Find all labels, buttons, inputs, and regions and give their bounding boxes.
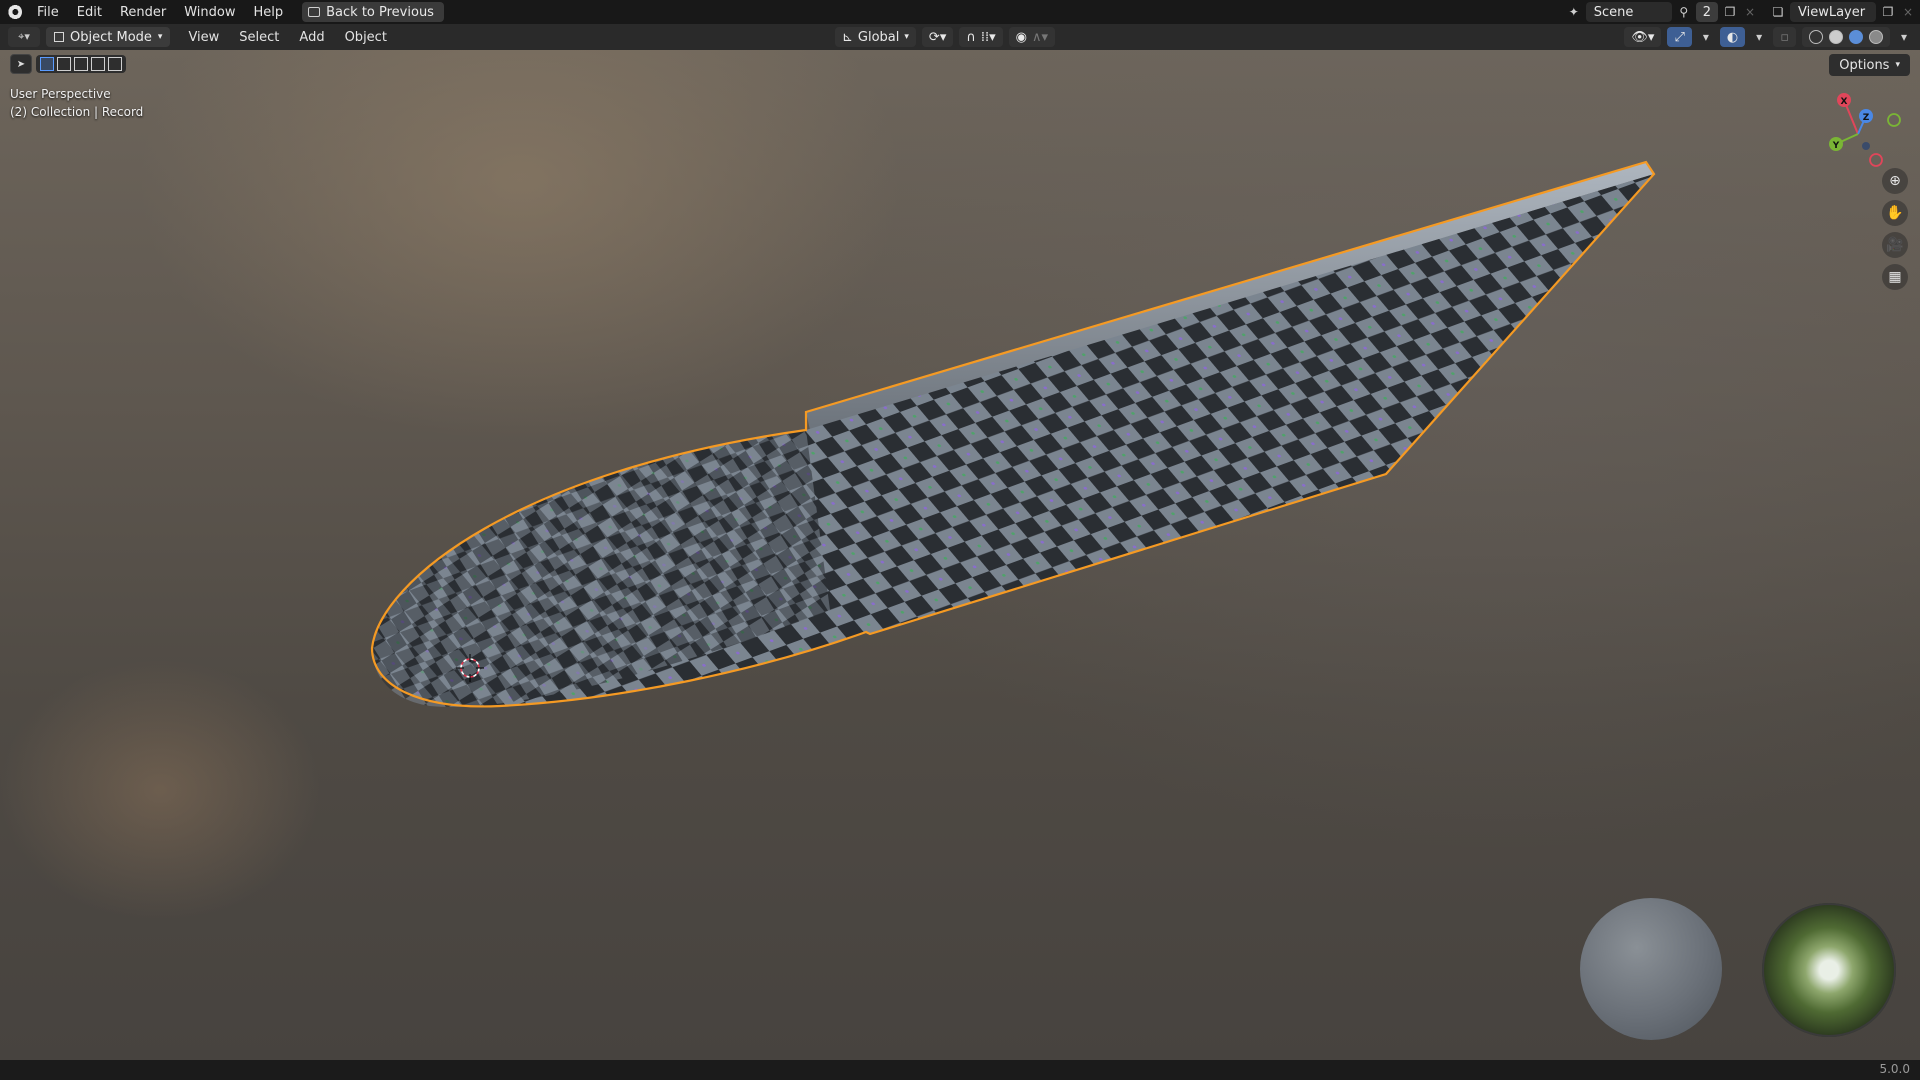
chevron-down-icon[interactable]: ▾ <box>1896 29 1912 45</box>
screen-icon <box>308 7 321 17</box>
scene-name: Scene <box>1593 4 1634 20</box>
top-bar: File Edit Render Window Help Back to Pre… <box>0 0 1920 24</box>
proportional-editing-toggle[interactable]: ◉ ∧▾ <box>1008 27 1056 47</box>
object-mode-icon <box>54 32 64 42</box>
transform-orientation-label: Global <box>857 29 900 45</box>
view-layer-selector-icon[interactable]: ❏ <box>1770 4 1786 20</box>
view-layer-field[interactable]: ViewLayer <box>1790 2 1876 22</box>
object-mode-label: Object Mode <box>70 29 152 45</box>
back-to-previous-label: Back to Previous <box>326 4 434 20</box>
status-bar: 5.0.0 <box>0 1060 1920 1080</box>
blender-logo-icon[interactable] <box>6 4 22 20</box>
snap-toggle[interactable]: ∩ ⁞⁞▾ <box>959 27 1003 47</box>
gizmo-icon: ⤢ <box>1674 29 1685 45</box>
view-layer-name: ViewLayer <box>1798 4 1866 20</box>
overlays-icon: ◐ <box>1726 29 1739 45</box>
menu-view[interactable]: View <box>178 30 229 45</box>
overlays-toggle[interactable]: ◐ <box>1719 27 1746 47</box>
radial-region <box>372 430 830 707</box>
menu-render[interactable]: Render <box>111 5 175 20</box>
version-label: 5.0.0 <box>1879 1062 1910 1076</box>
material-preview-shading-icon[interactable] <box>1849 30 1863 44</box>
delete-view-layer-icon[interactable]: × <box>1900 4 1916 20</box>
viewport-display-tools: 👁▾ ⤢ ▾ ◐ ▾ ▫ ▾ <box>1624 27 1912 47</box>
orientation-icon: ⊾ <box>842 29 853 45</box>
xray-toggle[interactable]: ▫ <box>1773 27 1796 47</box>
editor-type-button[interactable]: ⌖▾ <box>8 27 40 47</box>
3d-viewport[interactable]: ➤ User Perspective (2) Collection | Reco… <box>0 50 1920 1060</box>
chevron-down-icon[interactable]: ▾ <box>1751 29 1767 45</box>
menu-help[interactable]: Help <box>245 5 293 20</box>
delete-scene-icon[interactable]: × <box>1742 4 1758 20</box>
eye-icon: 👁▾ <box>1631 29 1655 45</box>
hdri-preview-sphere <box>1762 903 1896 1037</box>
transform-tools: ⊾ Global ▾ ⟳▾ ∩ ⁞⁞▾ ◉ ∧▾ <box>835 27 1056 47</box>
scene-selector-icon[interactable]: ✦ <box>1566 4 1582 20</box>
viewport-header: ⌖▾ Object Mode ▾ View Select Add Object … <box>0 24 1920 50</box>
scene-name-field[interactable]: Scene <box>1585 2 1672 22</box>
menu-file[interactable]: File <box>28 5 68 20</box>
menu-select[interactable]: Select <box>229 30 289 45</box>
transform-orientation-dropdown[interactable]: ⊾ Global ▾ <box>835 27 916 47</box>
material-preview-sphere <box>1580 898 1722 1040</box>
rendered-shading-icon[interactable] <box>1869 30 1883 44</box>
wireframe-shading-icon[interactable] <box>1809 30 1823 44</box>
new-view-layer-icon[interactable]: ❐ <box>1880 4 1896 20</box>
menu-add[interactable]: Add <box>289 30 334 45</box>
chevron-down-icon: ▾ <box>904 32 909 42</box>
magnet-icon: ∩ <box>966 29 976 45</box>
editor-type-icon: ⌖▾ <box>18 30 30 43</box>
xray-icon: ▫ <box>1780 29 1789 45</box>
gizmo-toggle[interactable]: ⤢ <box>1667 27 1692 47</box>
pin-icon[interactable]: ⚲ <box>1676 4 1692 20</box>
solid-shading-icon[interactable] <box>1829 30 1843 44</box>
object-mode-dropdown[interactable]: Object Mode ▾ <box>46 27 171 47</box>
proportional-icon: ◉ <box>1015 29 1027 45</box>
shading-modes <box>1802 27 1890 47</box>
back-to-previous-button[interactable]: Back to Previous <box>302 2 444 22</box>
chevron-down-icon[interactable]: ▾ <box>1698 29 1714 45</box>
menu-window[interactable]: Window <box>175 5 244 20</box>
falloff-icon: ∧▾ <box>1032 29 1049 45</box>
menu-edit[interactable]: Edit <box>68 5 111 20</box>
pivot-icon: ⟳▾ <box>928 29 947 45</box>
scene-users-count[interactable]: 2 <box>1695 2 1718 22</box>
menu-object[interactable]: Object <box>335 30 397 45</box>
scene-controls: ✦ Scene ⚲ 2 ❐ × ❏ ViewLayer ❐ × <box>1566 0 1920 24</box>
pivot-point-dropdown[interactable]: ⟳▾ <box>921 27 954 47</box>
chevron-down-icon: ▾ <box>157 32 163 42</box>
scene-users-count-value: 2 <box>1702 4 1711 20</box>
visibility-dropdown[interactable]: 👁▾ <box>1624 27 1662 47</box>
new-scene-icon[interactable]: ❐ <box>1722 4 1738 20</box>
snap-target-icon: ⁞⁞▾ <box>980 29 996 45</box>
